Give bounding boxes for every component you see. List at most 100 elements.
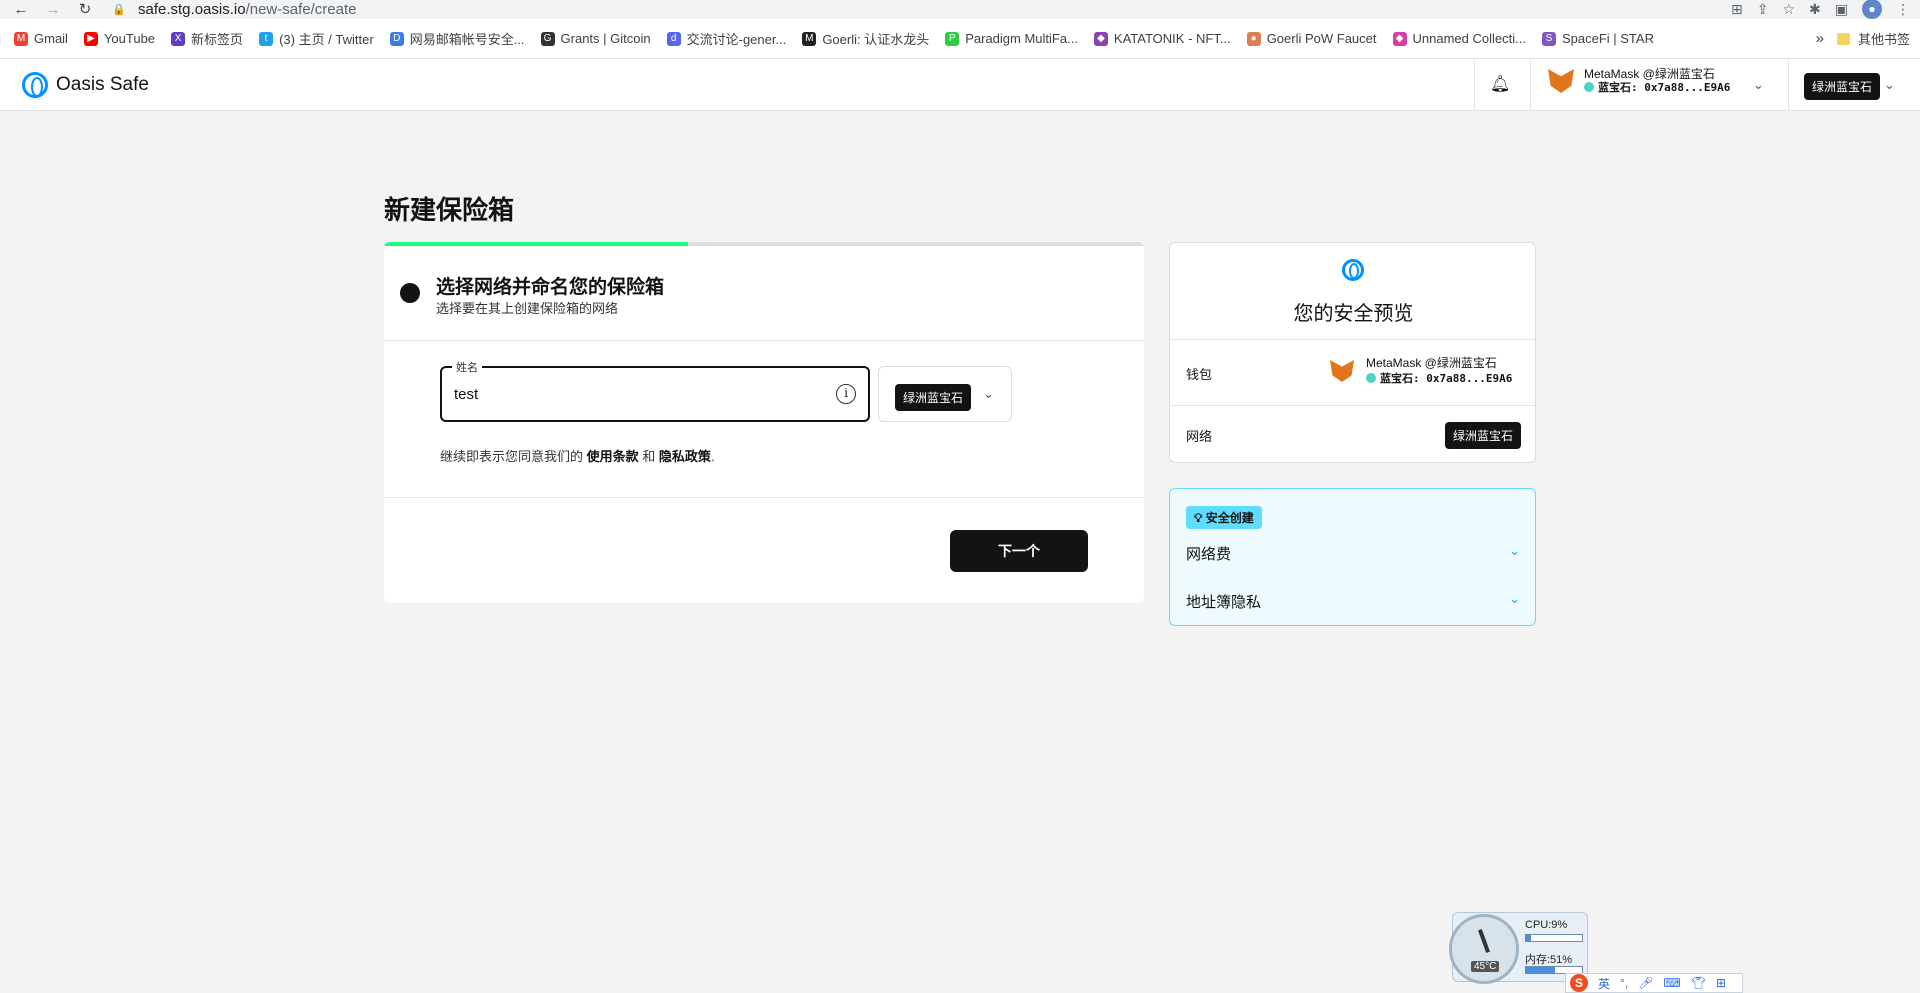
side-panel-icon[interactable]: ▣ bbox=[1835, 1, 1848, 18]
tips-badge-label: 安全创建 bbox=[1205, 511, 1254, 525]
oasis-safe-logo[interactable]: Oasis Safe bbox=[22, 72, 149, 98]
keyboard-icon[interactable]: ⌨ bbox=[1663, 976, 1680, 990]
bookmark-item[interactable]: D 网易邮箱帐号安全... bbox=[389, 29, 525, 48]
preview-wallet-name: MetaMask @绿洲蓝宝石 bbox=[1366, 356, 1497, 370]
name-field[interactable]: 姓名 i bbox=[440, 359, 870, 422]
bookmark-item[interactable]: M Goerli: 认证水龙头 bbox=[802, 29, 929, 48]
bookmark-label: Goerli PoW Faucet bbox=[1266, 31, 1377, 46]
network-selector[interactable]: 绿洲蓝宝石 bbox=[1804, 73, 1881, 100]
share-icon[interactable]: ⇪ bbox=[1757, 1, 1769, 18]
back-icon[interactable]: ← bbox=[12, 1, 30, 18]
reload-icon[interactable]: ↻ bbox=[76, 1, 94, 18]
account-wallet-name: MetaMask @绿洲蓝宝石 bbox=[1584, 67, 1715, 81]
tip-label: 网络费 bbox=[1186, 546, 1232, 563]
menu-icon[interactable]: ⋮ bbox=[1896, 1, 1910, 18]
microphone-icon[interactable]: 🎤︎ bbox=[1638, 976, 1653, 990]
bookmark-label: Paradigm MultiFa... bbox=[965, 31, 1078, 46]
bookmark-item[interactable]: ◆ Unnamed Collecti... bbox=[1392, 31, 1526, 46]
translate-icon[interactable]: ⊞ bbox=[1731, 1, 1743, 18]
other-bookmarks-folder[interactable]: 其他书签 bbox=[1836, 29, 1910, 48]
bookmarks-bar: M Gmail ▶ YouTube X 新标签页 t (3) 主页 / Twitter D 网易邮… bbox=[0, 19, 1920, 59]
sogou-icon[interactable]: S bbox=[1570, 974, 1588, 992]
bookmark-item[interactable]: d 交流讨论-gener... bbox=[666, 29, 787, 48]
terms-prefix: 继续即表示您同意我们的 bbox=[440, 449, 584, 464]
bookmark-favicon-icon: P bbox=[945, 31, 960, 46]
safe-name-input[interactable] bbox=[454, 382, 814, 406]
system-monitor-widget[interactable]: 45°C CPU:9% 内存:51% bbox=[1449, 912, 1588, 984]
url-path: /new-safe/create bbox=[245, 0, 357, 18]
step-subtitle: 选择要在其上创建保险箱的网络 bbox=[436, 301, 619, 316]
card-divider bbox=[384, 497, 1144, 498]
privacy-policy-link[interactable]: 隐私政策 bbox=[659, 449, 711, 464]
folder-icon bbox=[1836, 32, 1850, 45]
account-button[interactable]: MetaMask @绿洲蓝宝石 蓝宝石: 0x7a88...E9A6 bbox=[1548, 67, 1730, 95]
header-divider bbox=[1474, 59, 1475, 111]
identicon bbox=[1584, 82, 1594, 92]
extensions-icon[interactable]: ✱ bbox=[1809, 1, 1821, 18]
bookmark-item[interactable]: M Gmail bbox=[14, 31, 68, 46]
terms-of-use-link[interactable]: 使用条款 bbox=[587, 449, 639, 464]
profile-avatar[interactable]: ● bbox=[1862, 0, 1882, 19]
preview-wallet-key: 钱包 bbox=[1186, 367, 1213, 382]
preview-wallet-row: 钱包 MetaMask @绿洲蓝宝石 蓝宝石: 0x7a88...E9A6 bbox=[1170, 339, 1535, 405]
bookmark-favicon-icon: S bbox=[1541, 31, 1556, 46]
bookmark-label: 交流讨论-gener... bbox=[686, 32, 787, 47]
info-icon[interactable]: i bbox=[836, 384, 856, 404]
header-divider bbox=[1788, 59, 1789, 111]
safe-creation-tips: 💡︎ 安全创建 网络费 ⌄ 地址簿隐私 ⌄ bbox=[1169, 488, 1536, 626]
bookmark-label: Gmail bbox=[34, 31, 68, 46]
bookmark-favicon-icon: d bbox=[666, 31, 681, 46]
punctuation-icon[interactable]: °, bbox=[1620, 976, 1628, 990]
name-field-label: 姓名 bbox=[452, 359, 482, 375]
preview-wallet: MetaMask @绿洲蓝宝石 蓝宝石: 0x7a88...E9A6 bbox=[1330, 356, 1512, 386]
ime-language[interactable]: 英 bbox=[1598, 975, 1610, 992]
bookmark-favicon-icon: ● bbox=[1246, 31, 1261, 46]
network-select[interactable]: 绿洲蓝宝石 ⌄ bbox=[878, 366, 1012, 422]
apps-grid-icon[interactable]: ⊞ bbox=[1716, 976, 1726, 990]
forward-icon[interactable]: → bbox=[44, 1, 62, 18]
bookmark-favicon-icon: X bbox=[171, 31, 186, 46]
metamask-fox-icon bbox=[1330, 360, 1354, 382]
bookmark-label: Grants | Gitcoin bbox=[560, 31, 651, 46]
cpu-label: CPU:9% bbox=[1525, 919, 1568, 931]
browser-nav: ← → ↻ bbox=[0, 1, 110, 18]
bookmark-favicon-icon: M bbox=[14, 31, 28, 46]
tip-address-book-privacy[interactable]: 地址簿隐私 ⌄ bbox=[1186, 591, 1520, 612]
bookmark-favicon-icon: D bbox=[389, 31, 404, 46]
preview-network-chip: 绿洲蓝宝石 bbox=[1444, 422, 1521, 449]
bookmark-item[interactable]: X 新标签页 bbox=[171, 29, 243, 48]
skin-icon[interactable]: 👕︎ bbox=[1691, 976, 1706, 990]
notifications-bell-icon[interactable]: 🔔︎ bbox=[1490, 74, 1510, 94]
bookmark-favicon-icon: ◆ bbox=[1093, 31, 1108, 46]
account-chevron-down-icon[interactable]: ⌄ bbox=[1753, 77, 1764, 93]
account-address: 蓝宝石: 0x7a88...E9A6 bbox=[1598, 81, 1731, 94]
bookmark-label: KATATONIK - NFT... bbox=[1113, 31, 1231, 46]
ime-toolbar[interactable]: S 英 °, 🎤︎ ⌨ 👕︎ ⊞ bbox=[1565, 973, 1743, 993]
temperature-readout: 45°C bbox=[1471, 961, 1500, 972]
lock-icon[interactable]: 🔒 bbox=[112, 3, 128, 16]
page-title: 新建保险箱 bbox=[384, 195, 515, 225]
bookmark-item[interactable]: ▶ YouTube bbox=[83, 31, 155, 46]
safe-preview-panel: 您的安全预览 钱包 MetaMask @绿洲蓝宝石 蓝宝石: 0x7a88...… bbox=[1169, 242, 1536, 463]
bookmark-item[interactable]: t (3) 主页 / Twitter bbox=[259, 29, 374, 48]
tip-network-fee[interactable]: 网络费 ⌄ bbox=[1186, 543, 1520, 564]
terms-and: 和 bbox=[642, 449, 656, 464]
bookmark-item[interactable]: ◆ KATATONIK - NFT... bbox=[1093, 31, 1231, 46]
star-icon[interactable]: ☆ bbox=[1782, 1, 1795, 18]
chevron-down-icon: ⌄ bbox=[983, 386, 994, 401]
memory-fill bbox=[1526, 967, 1555, 973]
bookmark-label: Goerli: 认证水龙头 bbox=[822, 32, 930, 47]
bookmark-label: SpaceFi | STAR bbox=[1561, 31, 1654, 46]
bookmark-item[interactable]: G Grants | Gitcoin bbox=[540, 31, 651, 46]
identicon bbox=[1366, 373, 1376, 383]
bookmark-item[interactable]: S SpaceFi | STAR bbox=[1541, 31, 1654, 46]
bookmark-label: 网易邮箱帐号安全... bbox=[409, 32, 525, 47]
cpu-fill bbox=[1526, 935, 1532, 941]
chevron-down-icon: ⌄ bbox=[1509, 591, 1520, 606]
bookmark-item[interactable]: P Paradigm MultiFa... bbox=[945, 31, 1078, 46]
bookmark-item[interactable]: ● Goerli PoW Faucet bbox=[1246, 31, 1377, 46]
bookmarks-overflow-icon[interactable]: » bbox=[1816, 30, 1824, 47]
next-button[interactable]: 下一个 bbox=[950, 530, 1088, 572]
address-bar[interactable]: 🔒 safe.stg.oasis.io/new-safe/create bbox=[112, 0, 1792, 18]
network-chevron-down-icon[interactable]: ⌄ bbox=[1884, 77, 1895, 93]
